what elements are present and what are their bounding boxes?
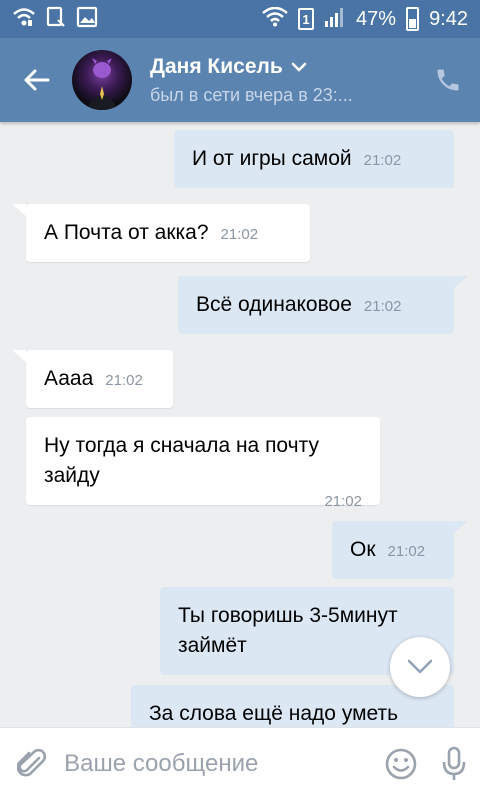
bubble-tail: [454, 521, 468, 533]
message-text: Ок: [350, 538, 376, 561]
message-time: 21:02: [363, 298, 402, 315]
emoji-button[interactable]: [374, 728, 427, 800]
battery-percent: 47%: [356, 7, 397, 30]
wifi-icon: [262, 6, 288, 32]
microphone-icon: [442, 746, 465, 780]
status-bar-right: 1 47% 9:42: [262, 6, 468, 32]
chat-header: Даня Кисель был в сети вчера в 23:...: [0, 38, 480, 122]
message-bubble-outgoing[interactable]: Ок 21:02: [332, 521, 454, 579]
bubble-tail: [12, 350, 26, 362]
avatar[interactable]: [72, 50, 132, 110]
attach-button[interactable]: [0, 728, 64, 800]
message-time: 21:02: [324, 493, 362, 510]
voice-message-button[interactable]: [427, 728, 480, 800]
paperclip-icon: [17, 748, 47, 777]
call-button[interactable]: [416, 38, 480, 122]
message-time: 21:02: [387, 543, 426, 560]
message-text: Ты говоришь 3-5минут займёт: [178, 604, 398, 657]
signal-icon: [324, 7, 346, 32]
header-info[interactable]: Даня Кисель был в сети вчера в 23:...: [150, 55, 416, 106]
status-bar: 1 47% 9:42: [0, 0, 480, 38]
back-arrow-icon: [24, 69, 50, 91]
message-text: А Почта от акка?: [44, 221, 209, 244]
scroll-to-bottom-button[interactable]: [390, 637, 450, 697]
message-text: Всё одинаковое: [196, 293, 352, 316]
message-bubble-incoming[interactable]: Ну тогда я сначала на почту зайду 21:02: [26, 417, 380, 510]
message-time: 21:02: [363, 152, 402, 169]
message-bubble-outgoing[interactable]: Всё одинаковое 21:02: [178, 276, 454, 334]
message-input[interactable]: [64, 750, 375, 778]
chevron-down-icon: [407, 659, 433, 674]
message-bubble-outgoing[interactable]: И от игры самой 21:02: [174, 130, 454, 188]
wifi-calling-icon: [12, 6, 36, 33]
clock: 9:42: [429, 7, 468, 30]
image-icon: [76, 6, 98, 33]
message-time: 21:02: [105, 372, 143, 389]
message-bubble-incoming[interactable]: А Почта от акка? 21:02: [26, 204, 310, 262]
contact-name: Даня Кисель: [150, 54, 283, 78]
message-composer: [0, 727, 480, 800]
phone-icon: [437, 69, 459, 91]
message-text: За слова ещё надо уметь: [149, 702, 399, 725]
device-icon: [46, 6, 66, 33]
bubble-tail: [454, 276, 468, 288]
battery-icon: [406, 7, 420, 31]
message-time: 21:02: [220, 226, 259, 243]
sim-number: 1: [302, 11, 310, 27]
contact-last-seen: был в сети вчера в 23:...: [150, 84, 353, 105]
status-bar-left: [12, 6, 98, 33]
message-text: Аааа: [44, 367, 94, 390]
smiley-icon: [385, 748, 416, 780]
bubble-tail: [12, 204, 26, 216]
header-name-row: Даня Кисель: [150, 55, 416, 79]
message-bubble-incoming[interactable]: Аааа 21:02: [26, 350, 173, 408]
message-list[interactable]: И от игры самой 21:02 А Почта от акка? 21:…: [0, 122, 480, 727]
sim-icon: 1: [298, 8, 315, 30]
message-text: Ну тогда я сначала на почту зайду: [44, 434, 319, 487]
back-button[interactable]: [0, 38, 72, 122]
message-text: И от игры самой: [192, 147, 352, 170]
chevron-down-icon: [291, 62, 306, 72]
